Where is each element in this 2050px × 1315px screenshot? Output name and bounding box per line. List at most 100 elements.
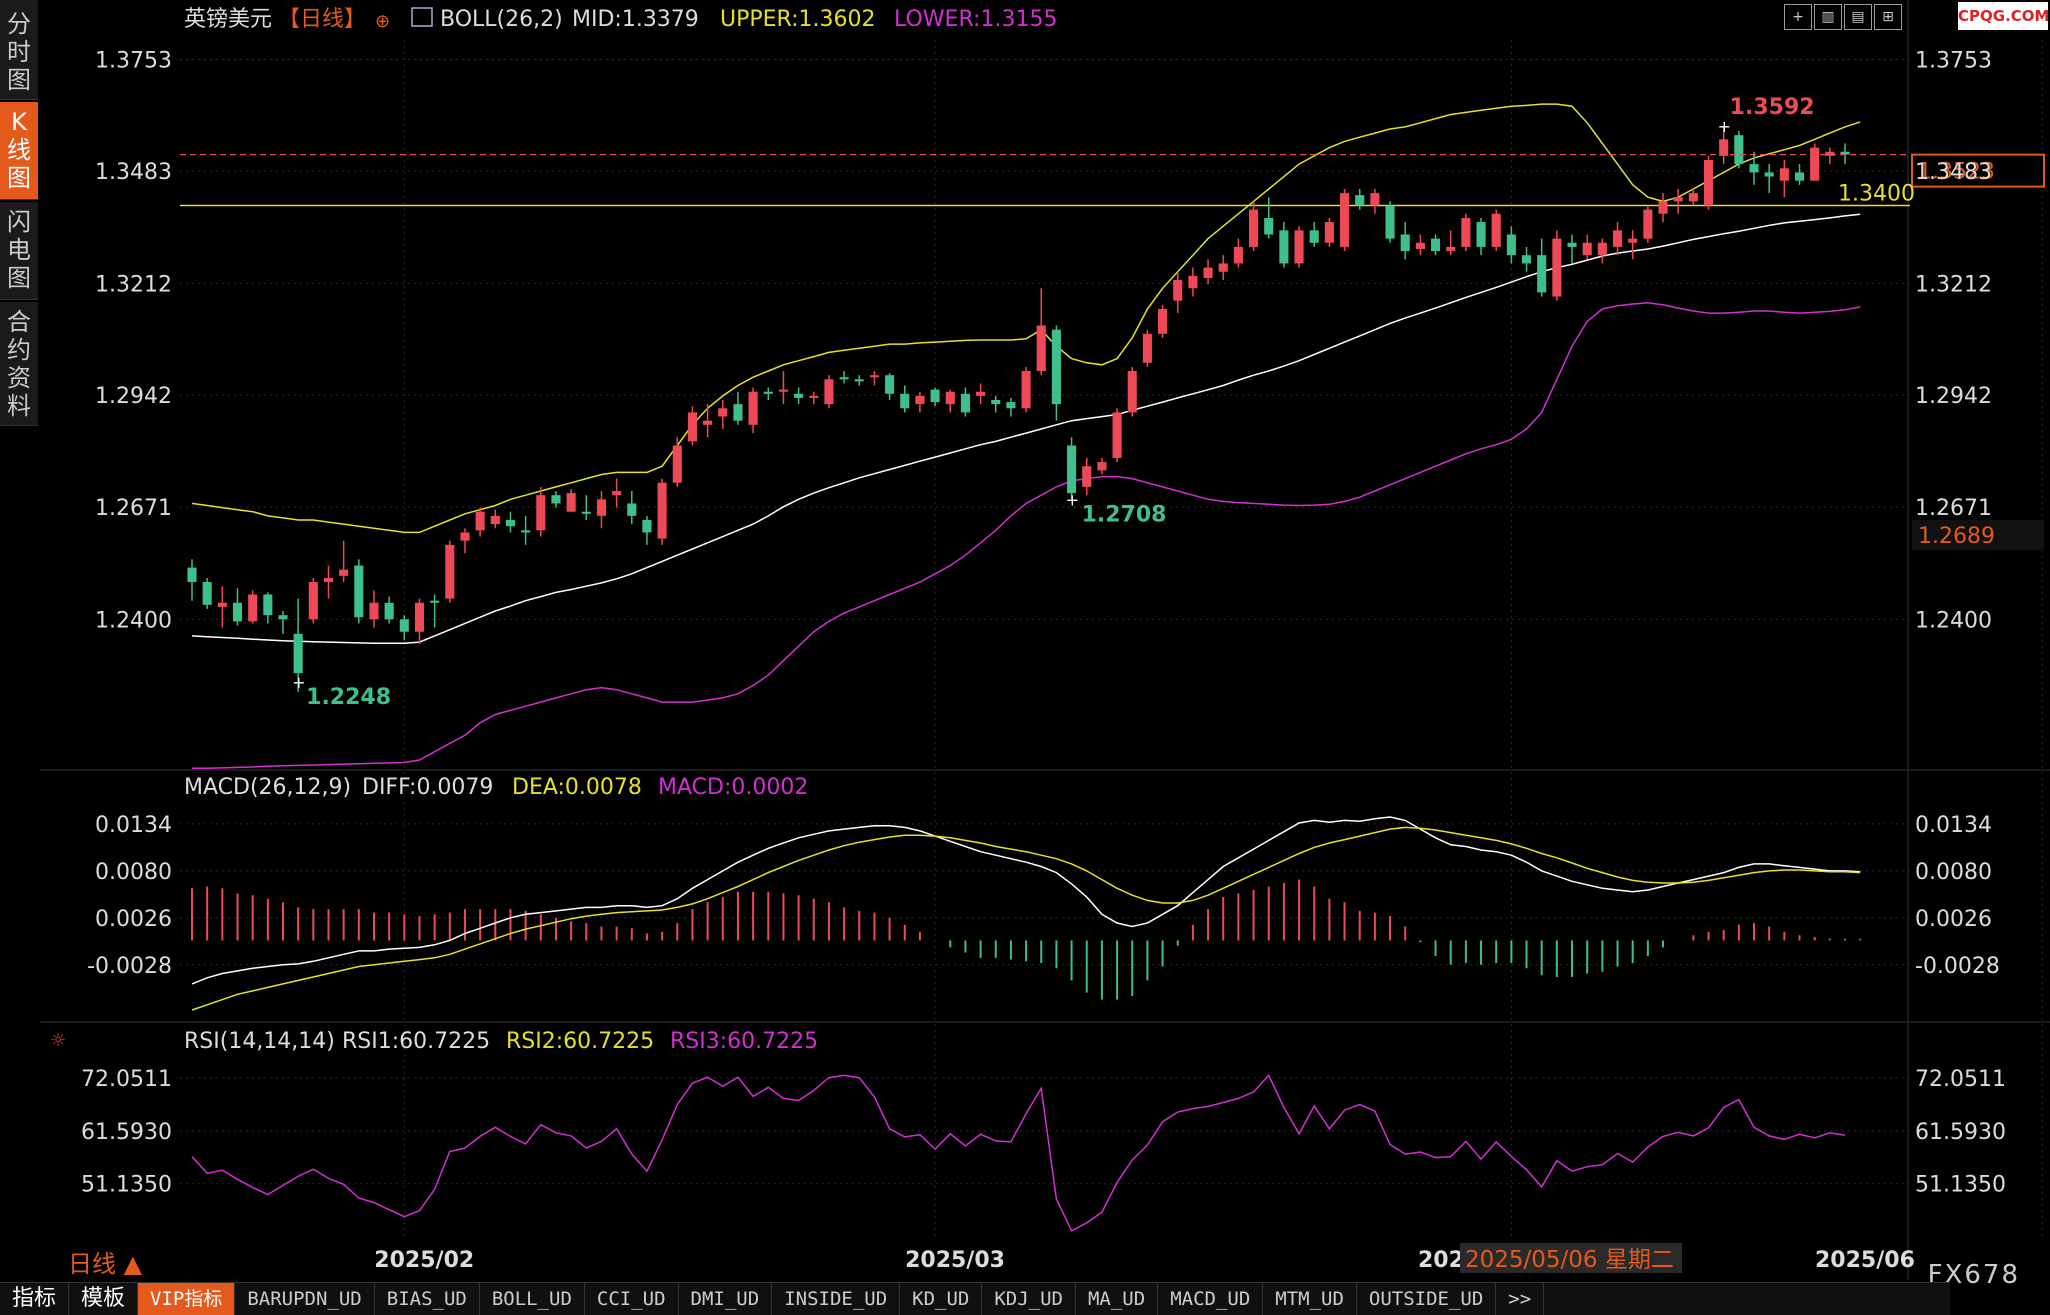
price-tick-left: 1.2400 [95,608,172,633]
indicator-tab[interactable]: 指标 [0,1283,70,1315]
kdj-tab[interactable]: KDJ_UD [982,1283,1076,1315]
refresh-tool-icon[interactable]: ⊞ [1874,4,1902,30]
cci-tab[interactable]: CCI_UD [585,1283,679,1315]
candle-body [763,391,773,394]
candle-body [1506,234,1516,256]
tab-contract-info-label: 合 约 资 料 [7,308,31,420]
candle-body [809,395,819,398]
tab-kline[interactable]: K 线 图 [0,102,38,200]
candle-body [915,395,925,405]
candle-body [521,530,531,533]
rsi-tick-right: 72.0511 [1915,1067,2006,1092]
template-tab[interactable]: 模板 [69,1283,139,1315]
inside-tab[interactable]: INSIDE_UD [772,1283,901,1315]
vip-indicator-tab[interactable]: VIP指标 [138,1283,236,1315]
dmi-tab[interactable]: DMI_UD [679,1283,773,1315]
low-marker-label: 1.2248 [306,685,391,710]
candle-body [1294,230,1304,264]
reference-line-label: 1.3400 [1838,182,1915,207]
high-marker-label: 1.3592 [1730,95,1815,120]
rsi-tick-right: 51.1350 [1915,1173,2006,1198]
candle-body [323,577,334,583]
date-tick: 202 [1418,1248,1464,1273]
ma-tab[interactable]: MA_UD [1076,1283,1159,1315]
boll-upper-line [191,103,1861,534]
candle-body [1385,205,1395,239]
barupdn-tab[interactable]: BARUPDN_UD [235,1283,375,1315]
price-tick-right: 1.3212 [1915,272,1992,297]
candle-body [733,404,743,421]
price-tick-left: 1.3483 [95,160,172,185]
rsi3-value: RSI3:60.7225 [670,1029,818,1054]
tab-contract-info[interactable]: 合 约 资 料 [0,302,38,426]
candle-body [1006,402,1016,409]
candle-body [1491,213,1501,247]
candle-body [869,375,879,378]
boll-tab[interactable]: BOLL_UD [480,1283,585,1315]
date-tick: 2025/06 [1815,1248,1915,1273]
axes: 1.3753 1.3753 1.3483 1.3483 1.3212 1.3212 1.29… [81,48,2006,1273]
date-tick: 2025/02 [374,1248,474,1273]
price-tick-right: 1.2942 [1915,384,1992,409]
kd-tab[interactable]: KD_UD [900,1283,983,1315]
low-marker-2-cross: + [1066,490,1079,509]
candle-body [460,532,470,541]
candle-body [1158,308,1168,334]
candle-body [642,520,652,533]
macd-dea-line [191,826,1861,1011]
mtm-tab[interactable]: MTM_UD [1263,1283,1357,1315]
price-tick-left: 1.2942 [95,384,172,409]
price-tick-left: 1.2671 [95,496,172,521]
tab-flash[interactable]: 闪 电 图 [0,202,38,300]
bias-tab[interactable]: BIAS_UD [375,1283,480,1315]
period-selector[interactable]: 日线 ▲ [68,1250,143,1278]
macd-tick-left: 0.0026 [95,907,172,932]
settings-icon[interactable]: ☼ [50,1030,66,1051]
boll-lower-value: LOWER:1.3155 [894,7,1057,32]
candle-body [1279,230,1289,264]
tab-time-share[interactable]: 分 时 图 [0,0,38,100]
candle-body [1324,222,1334,243]
macd-tab[interactable]: MACD_UD [1158,1283,1264,1315]
price-tick-left: 1.3212 [95,272,172,297]
zoom-out-tool-icon[interactable]: ▤ [1844,4,1872,30]
candle-body [1537,255,1547,293]
zoom-in-tool-icon[interactable]: ▥ [1814,4,1842,30]
candle-body [657,482,667,539]
rsi1-value: RSI1:60.7225 [342,1029,490,1054]
more-tab[interactable]: >> [1496,1283,1545,1315]
candle-body [1612,230,1623,247]
candle-body [1400,234,1410,252]
candle-body [1067,445,1077,494]
candle-body [505,520,516,527]
macd-tick-right: 0.0080 [1915,860,1992,885]
candle-body [627,503,637,516]
candle-body [1688,193,1698,202]
candle-body [202,582,212,605]
indicator-chart-icon[interactable] [411,7,433,27]
candle-body [612,491,622,496]
crosshair-date: 2025/05/06 星期二 [1465,1247,1674,1273]
candle-body [248,594,258,622]
candle-body [263,594,273,616]
candle-body [1203,267,1213,278]
crosshair-tool-icon[interactable]: + [1784,4,1812,30]
macd-dea-value: DEA:0.0078 [512,775,642,800]
period-label: 【日线】 [278,7,366,32]
candle-body [1142,333,1152,363]
add-icon[interactable]: ⊕ [375,11,390,32]
candle-body [1703,160,1714,206]
rsi-tick-right: 61.5930 [1915,1120,2006,1145]
outside-tab[interactable]: OUTSIDE_UD [1357,1283,1497,1315]
candle-body [885,375,895,394]
candle-body [369,602,379,620]
candle-body [718,408,728,417]
candle-body [945,391,955,405]
candle-body [354,565,364,618]
rsi2-value: RSI2:60.7225 [506,1029,654,1054]
chart-stage: 1.35231.34001.2689+1.3592+1.2248+1.2708 … [40,0,2050,1280]
candle-body [687,412,697,442]
candle-body [308,582,318,620]
candle-body [839,377,849,380]
price-tick-left: 1.3753 [95,48,172,73]
